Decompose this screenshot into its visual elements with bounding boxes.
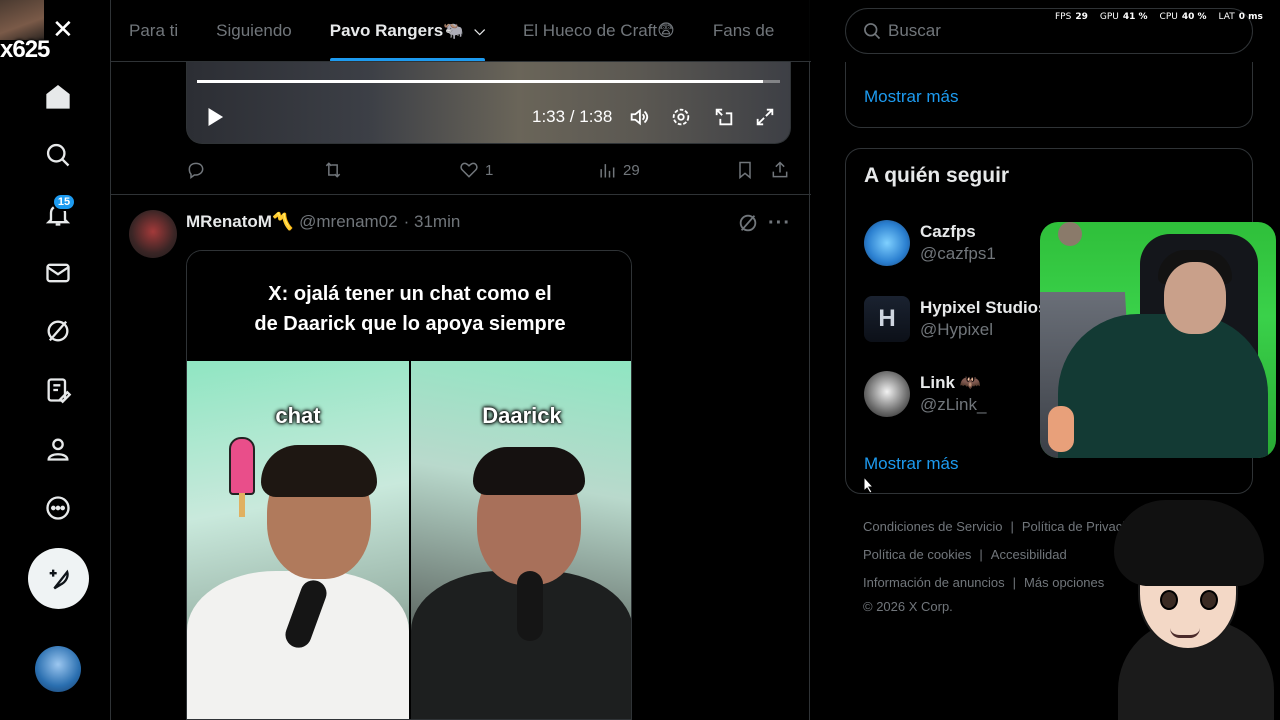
tweet-header: MRenatoM〽️ @mrenam02 · 31min xyxy=(186,212,460,232)
settings-gear-icon[interactable] xyxy=(670,104,692,130)
views-button[interactable]: 29 xyxy=(597,156,640,184)
video-progress-fill xyxy=(197,80,763,83)
post-divider xyxy=(111,194,811,195)
streamer-webcam xyxy=(1040,222,1276,458)
meme-panel-left: chat xyxy=(187,361,409,719)
home-icon[interactable] xyxy=(40,79,76,115)
tweet-more-icon[interactable]: ··· xyxy=(768,212,792,234)
footer-link[interactable]: Política de cookies xyxy=(863,547,971,562)
more-options-icon[interactable] xyxy=(40,490,76,526)
tab-el-hueco-de-craft[interactable]: El Hueco de Craft😨 xyxy=(523,0,675,61)
feather-plus-icon xyxy=(49,569,69,589)
footer-links: Política de cookies | Accesibilidad xyxy=(863,547,1067,562)
follow-suggestion[interactable]: Cazfps @cazfps1 xyxy=(864,219,996,267)
x-logo-icon[interactable]: ✕ xyxy=(52,14,72,45)
compose-post-button[interactable] xyxy=(28,548,89,609)
footer-link[interactable]: Información de anuncios xyxy=(863,575,1005,590)
performance-stats-overlay: FPS 29 GPU 41 % CPU 40 % LAT 0 ms xyxy=(1055,12,1263,22)
avatar xyxy=(864,220,910,266)
timeline: Para ti Siguiendo Pavo Rangers🐃 ⌵ El Huec… xyxy=(110,0,875,720)
grok-explain-icon[interactable] xyxy=(737,212,759,234)
follow-suggestion[interactable]: Link 🦇 @zLink_ xyxy=(864,370,986,418)
meme-caption: X: ojalá tener un chat como el de Daaric… xyxy=(187,251,631,361)
hypixel-logo-icon: H xyxy=(864,296,910,342)
account-avatar[interactable] xyxy=(35,646,81,692)
tab-siguiendo[interactable]: Siguiendo xyxy=(216,0,292,61)
video-player[interactable]: 1:33 / 1:38 xyxy=(186,62,791,144)
footer-link[interactable]: Condiciones de Servicio xyxy=(863,519,1002,534)
grok-icon[interactable] xyxy=(40,313,76,349)
volume-icon[interactable] xyxy=(628,104,650,130)
timeline-tabs: Para ti Siguiendo Pavo Rangers🐃 ⌵ El Huec… xyxy=(111,0,811,62)
video-time: 1:33 / 1:38 xyxy=(532,107,613,126)
trends-card: Mostrar más xyxy=(845,62,1253,128)
post-actions: 1 29 xyxy=(186,156,796,184)
tweet-author-avatar[interactable] xyxy=(129,210,177,258)
copyright: © 2026 X Corp. xyxy=(863,599,953,614)
share-button[interactable] xyxy=(770,156,796,184)
streamer-cam-corner: ✕ x625 xyxy=(0,0,72,64)
reply-icon xyxy=(188,162,204,179)
meme-panel-right: Daarick xyxy=(411,361,631,719)
follow-suggestion[interactable]: H Hypixel Studios @Hypixel xyxy=(864,295,1048,343)
share-icon xyxy=(772,161,788,178)
view-count: 29 xyxy=(623,161,640,179)
meme-label-right: Daarick xyxy=(482,403,562,428)
who-to-follow-title: A quién seguir xyxy=(864,164,1010,187)
footer-link[interactable]: Accesibilidad xyxy=(991,547,1067,562)
repost-button[interactable] xyxy=(323,156,349,184)
bookmark-icon xyxy=(739,161,751,180)
reply-button[interactable] xyxy=(186,156,212,184)
popsicle-decoration xyxy=(229,437,255,495)
vtuber-avatar xyxy=(1108,498,1280,720)
tweet-author-handle[interactable]: @mrenam02 xyxy=(299,212,398,232)
tab-pavo-rangers[interactable]: Pavo Rangers🐃 ⌵ xyxy=(329,0,486,61)
tweet-time[interactable]: · 31min xyxy=(404,212,461,232)
fullscreen-icon[interactable] xyxy=(754,104,776,130)
notes-icon[interactable] xyxy=(40,372,76,408)
left-nav: ✕ x625 15 xyxy=(0,0,110,720)
footer-links: Información de anuncios | Más opciones xyxy=(863,575,1105,590)
tweet-author-name[interactable]: MRenatoM〽️ xyxy=(186,212,293,232)
tweet-media[interactable]: X: ojalá tener un chat como el de Daaric… xyxy=(186,250,632,720)
tab-fans-de[interactable]: Fans de xyxy=(713,0,774,61)
chevron-down-icon[interactable]: ⌵ xyxy=(474,22,485,39)
streamer-face-thumb xyxy=(0,0,44,40)
notifications-badge: 15 xyxy=(52,193,76,211)
avatar xyxy=(864,371,910,417)
show-more-link[interactable]: Mostrar más xyxy=(864,87,958,107)
footer-link[interactable]: Más opciones xyxy=(1024,575,1104,590)
like-count: 1 xyxy=(485,161,494,179)
repost-icon xyxy=(325,162,341,178)
like-button[interactable]: 1 xyxy=(459,156,493,184)
bookmark-button[interactable] xyxy=(735,156,761,184)
views-chart-icon xyxy=(600,164,615,178)
search-icon xyxy=(864,23,881,40)
show-more-link[interactable]: Mostrar más xyxy=(864,454,958,474)
footer-links: Condiciones de Servicio | Política de Priv… xyxy=(863,519,1147,534)
stream-counter: x625 xyxy=(0,36,50,63)
pip-icon[interactable] xyxy=(713,104,735,130)
play-icon[interactable] xyxy=(203,104,225,130)
profile-icon[interactable] xyxy=(40,431,76,467)
tab-para-ti[interactable]: Para ti xyxy=(129,0,178,61)
meme-label-left: chat xyxy=(275,403,321,428)
mail-icon[interactable] xyxy=(40,255,76,291)
search-placeholder: Buscar xyxy=(888,21,941,40)
search-icon[interactable] xyxy=(40,137,76,173)
heart-icon xyxy=(460,162,478,178)
